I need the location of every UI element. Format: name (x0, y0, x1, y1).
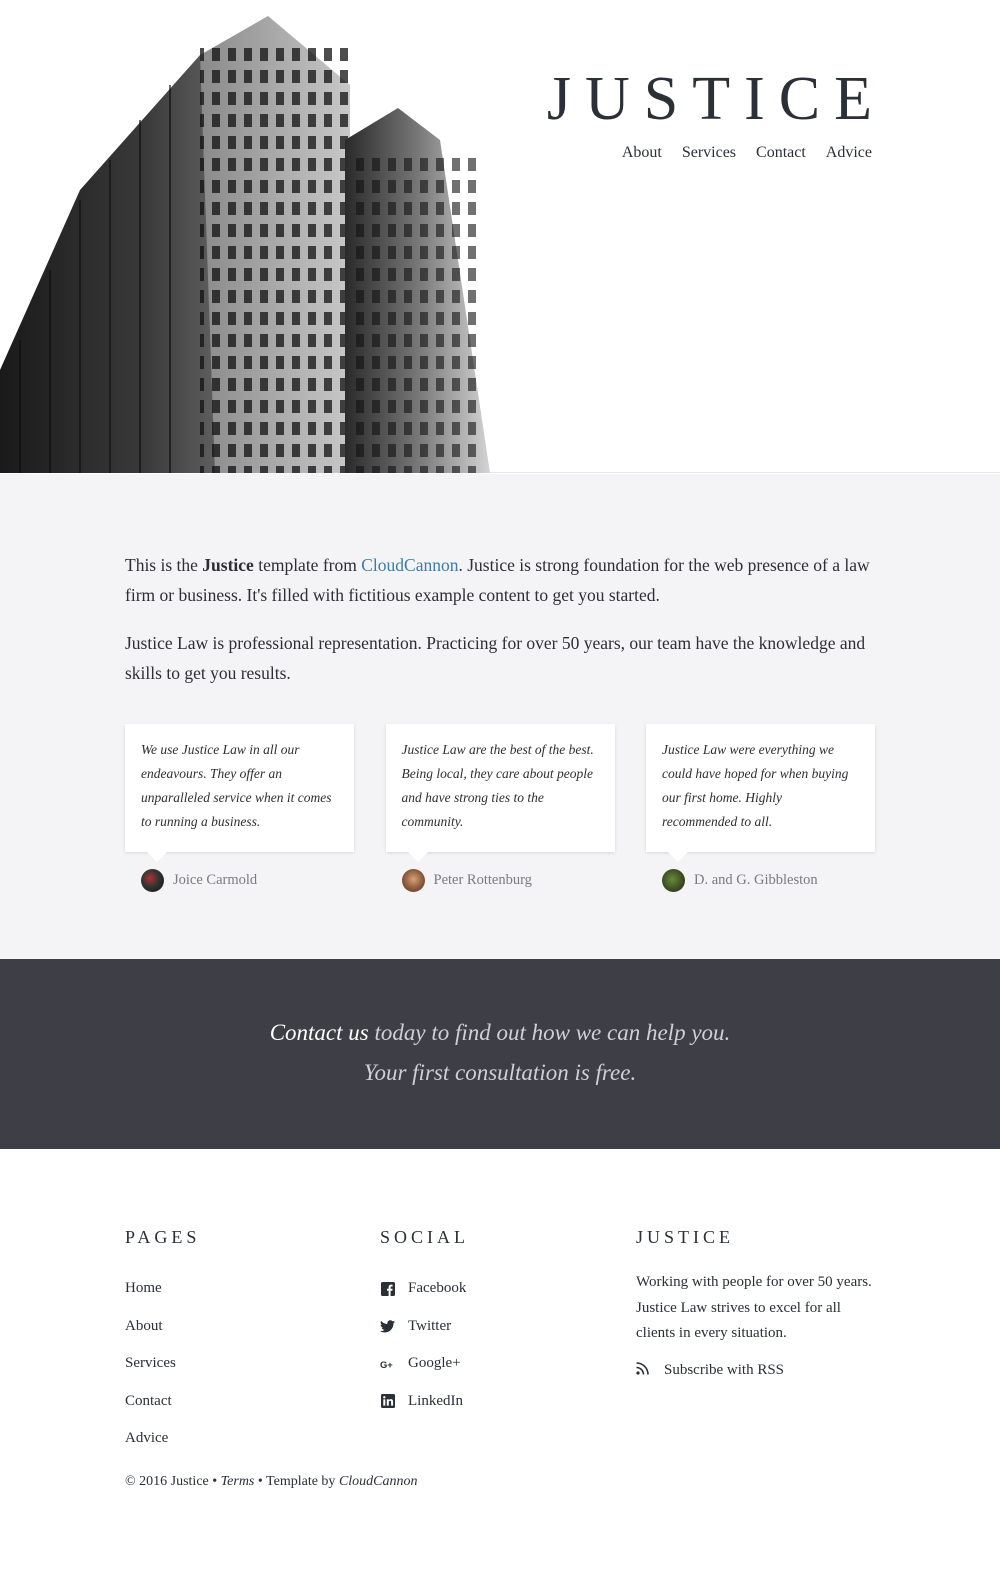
contact-us-link[interactable]: Contact us (270, 1020, 369, 1045)
testimonial-quote: We use Justice Law in all our endeavours… (141, 742, 332, 829)
author-name: D. and G. Gibbleston (694, 872, 818, 888)
footer-about-heading: JUSTICE (636, 1227, 735, 1247)
social-link-facebook[interactable]: Facebook (380, 1270, 469, 1308)
site-header: JUSTICE About Services Contact Advice (0, 0, 1000, 473)
copyright-text: • Template by (254, 1474, 339, 1489)
footer-social-list: Facebook Twitter G+ Google+ LinkedIn (380, 1270, 469, 1420)
call-to-action: Contact us today to find out how we can … (0, 959, 1000, 1149)
footer-social: SOCIAL Facebook Twitter G+ Google+ Linke… (380, 1227, 469, 1420)
nav-advice[interactable]: Advice (826, 144, 872, 162)
nav-contact[interactable]: Contact (756, 144, 806, 162)
footer-pages-heading: PAGES (125, 1227, 201, 1247)
nav-services[interactable]: Services (682, 144, 736, 162)
copyright: © 2016 Justice • Terms • Template by Clo… (125, 1474, 418, 1490)
footer-social-heading: SOCIAL (380, 1227, 470, 1247)
testimonial-quote: Justice Law are the best of the best. Be… (401, 742, 594, 829)
cloudcannon-credit-link[interactable]: CloudCannon (339, 1474, 418, 1489)
intro-paragraph-1: This is the Justice template from CloudC… (125, 550, 875, 610)
social-link-linkedin[interactable]: LinkedIn (380, 1383, 469, 1421)
google-plus-icon: G+ (380, 1356, 395, 1371)
avatar (401, 869, 425, 892)
rss-link[interactable]: Subscribe with RSS (636, 1355, 881, 1385)
footer-link-services[interactable]: Services (125, 1345, 200, 1383)
social-link-twitter[interactable]: Twitter (380, 1308, 469, 1346)
footer-about-text: Working with people for over 50 years. J… (636, 1274, 872, 1341)
testimonial-author: Peter Rottenburg (401, 869, 615, 892)
rss-label: Subscribe with RSS (664, 1361, 785, 1378)
testimonial: We use Justice Law in all our endeavours… (125, 724, 354, 892)
svg-text:G+: G+ (380, 1360, 393, 1370)
footer-link-home[interactable]: Home (125, 1270, 200, 1308)
avatar (662, 869, 685, 892)
site-footer: PAGES Home About Services Contact Advice… (0, 1149, 1000, 1590)
social-label: LinkedIn (408, 1392, 463, 1409)
main-nav: About Services Contact Advice (547, 144, 872, 162)
cta-line-2: Your first consultation is free. (363, 1060, 637, 1085)
testimonial-author: D. and G. Gibbleston (662, 869, 875, 892)
footer-pages: PAGES Home About Services Contact Advice (125, 1227, 200, 1458)
social-link-google-plus[interactable]: G+ Google+ (380, 1345, 469, 1383)
intro-bold: Justice (202, 555, 254, 575)
intro-section: This is the Justice template from CloudC… (0, 474, 1000, 959)
testimonials: We use Justice Law in all our endeavours… (125, 724, 875, 892)
social-label: Twitter (408, 1317, 452, 1334)
nav-about[interactable]: About (622, 144, 662, 162)
testimonial: Justice Law are the best of the best. Be… (385, 724, 615, 892)
author-name: Joice Carmold (173, 872, 258, 888)
twitter-icon (380, 1319, 395, 1334)
brand: JUSTICE About Services Contact Advice (547, 62, 872, 162)
quote-tail (147, 852, 167, 862)
cta-line-1: Contact us today to find out how we can … (0, 1013, 1000, 1053)
facebook-icon (380, 1281, 395, 1296)
rss-icon (636, 1362, 651, 1377)
testimonial: Justice Law were everything we could hav… (646, 724, 875, 892)
footer-pages-list: Home About Services Contact Advice (125, 1270, 200, 1458)
linkedin-icon (380, 1394, 395, 1409)
social-label: Google+ (408, 1355, 461, 1371)
copyright-text: © 2016 Justice • (125, 1474, 221, 1489)
testimonial-quote-box: Justice Law were everything we could hav… (646, 724, 875, 862)
testimonial-quote: Justice Law were everything we could hav… (662, 742, 849, 829)
terms-link[interactable]: Terms (221, 1474, 255, 1489)
cloudcannon-link[interactable]: CloudCannon (361, 555, 458, 575)
testimonial-quote-box: We use Justice Law in all our endeavours… (125, 724, 354, 862)
testimonial-author: Joice Carmold (141, 869, 354, 892)
hero-building-image (0, 0, 500, 473)
avatar (141, 869, 164, 892)
testimonial-quote-box: Justice Law are the best of the best. Be… (385, 724, 615, 862)
quote-tail (407, 852, 428, 862)
footer-link-contact[interactable]: Contact (125, 1383, 200, 1421)
social-label: Facebook (408, 1280, 467, 1296)
footer-link-about[interactable]: About (125, 1308, 200, 1346)
site-logo[interactable]: JUSTICE (547, 62, 886, 136)
intro-text-span: This is the (125, 555, 203, 575)
intro-text: This is the Justice template from CloudC… (125, 550, 875, 706)
footer-link-advice[interactable]: Advice (125, 1420, 200, 1458)
cta-text: today to find out how we can help you. (368, 1020, 731, 1045)
intro-text-span: template from (253, 555, 362, 575)
author-name: Peter Rottenburg (433, 872, 532, 888)
footer-about: JUSTICE Working with people for over 50 … (636, 1227, 881, 1385)
intro-paragraph-2: Justice Law is professional representati… (125, 633, 866, 683)
quote-tail (668, 852, 688, 862)
